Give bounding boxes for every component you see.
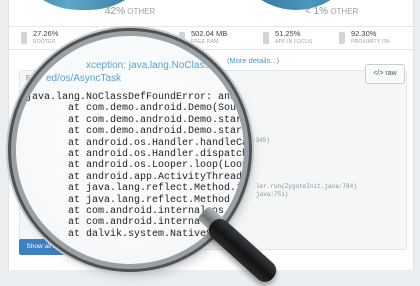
pie-left-percent: 42% xyxy=(105,6,126,17)
trace-line: at com.demo.android.Demo.startAPIK xyxy=(68,126,244,138)
trace-fragment: java:751) xyxy=(256,191,289,198)
pie-right-label: < 1% OTHER xyxy=(305,6,358,17)
app-focus-icon xyxy=(263,32,269,44)
pie-left-label: 42% OTHER xyxy=(105,6,155,17)
trace-fragment: :345) xyxy=(252,137,271,144)
trace-line: at java.lang.reflect.Method.invoke xyxy=(68,194,244,206)
thread-title: ed/os/AsyncTask xyxy=(46,73,122,84)
proximity-icon xyxy=(339,32,345,44)
trace-line: java.lang.NoClassDefFoundError: android xyxy=(26,92,244,103)
stat-label: PROXIMITY ON xyxy=(351,39,390,45)
stat-value: 51.25% xyxy=(275,29,301,38)
trace-line: at android.os.Handler.dispatchMessa xyxy=(68,149,244,161)
pie-right-caption: OTHER xyxy=(330,7,359,16)
exception-title: xception: java.lang.NoClassDefFoundEr xyxy=(86,60,244,71)
trace-line: at java.lang.reflect.Method.invoke xyxy=(68,183,244,195)
trace-line: at android.app.ActivityThread.main xyxy=(68,171,244,183)
stat-label: APP IN FOCUS xyxy=(275,39,313,45)
trace-fragment: ler.run(ZygoteInit.java:784) xyxy=(256,183,357,190)
pie-right-percent: < 1% xyxy=(305,6,329,17)
trace-line: at com.demo.android.Demo.startAPIK xyxy=(68,114,244,126)
trace-line: at android.os.Looper.loop(Looper.ja xyxy=(68,160,244,172)
raw-button[interactable]: </> raw xyxy=(365,64,405,84)
pie-left-caption: OTHER xyxy=(127,7,156,16)
trace-line: at android.os.Handler.handleCallba xyxy=(68,137,244,149)
stat-value: 92.30% xyxy=(351,29,377,38)
trace-line: at com.demo.android.Demo(SourceFi xyxy=(68,103,244,115)
